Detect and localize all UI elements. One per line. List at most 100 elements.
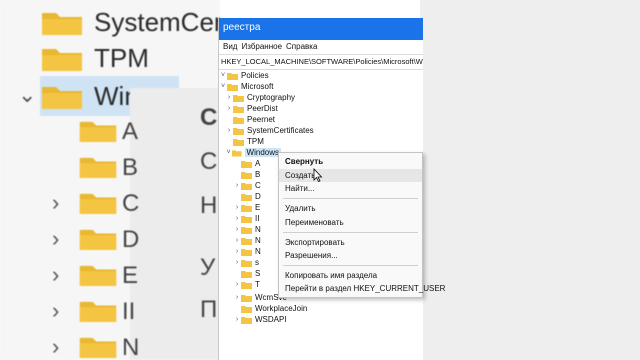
menu-separator [283, 198, 418, 199]
tree-node-wsdapi[interactable]: › WSDAPI [233, 314, 287, 325]
tree-node-sub[interactable]: В [233, 169, 260, 180]
tree-label: WSDAPI [255, 315, 287, 324]
folder-icon [79, 265, 117, 286]
folder-icon [79, 301, 117, 322]
tree-node-peerdist[interactable]: › PeerDist [225, 103, 278, 114]
tree-node-sub[interactable]: › E [233, 202, 261, 213]
tree-label: PeerDist [247, 104, 278, 113]
chevron-right-icon: › [52, 190, 60, 215]
tree-node-sub[interactable]: › II [233, 213, 260, 224]
folder-icon [42, 87, 82, 109]
tree-node-cryptography[interactable]: › Cryptography [225, 92, 295, 103]
chevron-right-icon[interactable]: › [225, 127, 233, 134]
bg-label: TPM [94, 42, 149, 73]
tree-node-workplacejoin[interactable]: WorkplaceJoin [233, 303, 307, 314]
tree-node-sub[interactable]: А [233, 158, 260, 169]
chevron-down-icon[interactable]: ˅ [219, 72, 227, 79]
tree-label: Cryptography [247, 93, 296, 102]
bg-letter: П [200, 296, 218, 323]
folder-icon [241, 259, 252, 267]
chevron-right-icon[interactable]: › [225, 105, 233, 112]
menu-item-create[interactable]: Создать [279, 169, 422, 182]
bg-letter: У [200, 254, 216, 281]
tree-node-microsoft[interactable]: ˅ Microsoft [219, 81, 274, 92]
tree-label: Microsoft [241, 82, 274, 91]
folder-icon [241, 281, 252, 289]
bg-letter: Н [200, 192, 218, 219]
bg-letter: D [122, 226, 140, 253]
bg-letter: A [122, 118, 139, 145]
folder-icon [42, 49, 82, 71]
bg-letter: С [200, 148, 218, 175]
address-path: HKEY_LOCAL_MACHINE\SOFTWARE\Policies\Mic… [221, 57, 423, 66]
menu-item-collapse[interactable]: Свернуть [279, 155, 422, 168]
address-bar[interactable]: HKEY_LOCAL_MACHINE\SOFTWARE\Policies\Mic… [219, 54, 423, 70]
folder-icon [42, 13, 82, 35]
menu-item-find[interactable]: Найти... [279, 182, 422, 195]
menu-item-delete[interactable]: Удалить [279, 202, 422, 215]
tree-label: Peernet [247, 115, 276, 124]
chevron-right-icon: › [235, 226, 239, 233]
tree-node-systemcertificates[interactable]: › SystemCertificates [225, 125, 314, 136]
chevron-down-icon[interactable]: ˅ [225, 149, 232, 156]
folder-icon [241, 316, 252, 324]
menu-help[interactable]: Справка [286, 40, 317, 54]
menu-item-goto-hkcu[interactable]: Перейти в раздел HKEY_CURRENT_USER [279, 282, 445, 295]
tree-node-sub[interactable]: S [233, 268, 260, 279]
tree-node-sub[interactable]: D [233, 191, 261, 202]
chevron-right-icon: › [235, 259, 239, 266]
folder-icon [233, 127, 244, 135]
chevron-right-icon: › [235, 204, 239, 211]
folder-icon [233, 138, 244, 146]
folder-icon [241, 248, 252, 256]
mouse-cursor-icon [313, 168, 323, 182]
chevron-right-icon[interactable]: › [225, 94, 233, 101]
menu-separator [283, 265, 418, 266]
folder-icon [79, 193, 117, 214]
tree-node-policies[interactable]: ˅ Policies [219, 70, 269, 81]
bg-letter: N [122, 334, 140, 360]
tree-node-tpm[interactable]: TPM [225, 136, 264, 147]
chevron-right-icon: › [52, 262, 60, 287]
tree-node-sub[interactable]: › N [233, 224, 261, 235]
folder-icon [241, 171, 252, 179]
folder-icon [241, 160, 252, 168]
bg-item: SystemCertific [40, 2, 220, 42]
tree-node-sub[interactable]: › N [233, 235, 261, 246]
menu-item-rename[interactable]: Переименовать [279, 216, 422, 229]
chevron-right-icon: › [235, 215, 239, 222]
tree-label: TPM [247, 137, 264, 146]
bg-item: TPM [40, 38, 149, 78]
tree-node-windows[interactable]: ˅ Windows [225, 147, 281, 158]
title-bar[interactable]: реестра [219, 18, 423, 40]
bg-label: SystemCertific [94, 6, 220, 37]
folder-icon [233, 94, 244, 102]
chevron-right-icon[interactable]: › [233, 316, 241, 323]
tree-label: Windows [244, 148, 281, 157]
menu-view[interactable]: Вид [223, 40, 237, 54]
tree-node-sub[interactable]: › s [233, 257, 259, 268]
chevron-down-icon: ⌄ [18, 82, 37, 107]
folder-icon [241, 270, 252, 278]
folder-icon [79, 157, 117, 178]
chevron-right-icon: › [52, 298, 60, 323]
menu-item-copy-key-name[interactable]: Копировать имя раздела [279, 269, 422, 282]
folder-icon [241, 294, 252, 302]
folder-icon [241, 193, 252, 201]
folder-icon [241, 226, 252, 234]
background-left: SystemCertific TPM Win ⌄ › › › › › A B C… [0, 0, 220, 360]
folder-icon [79, 337, 117, 358]
tree-node-peernet[interactable]: Peernet [225, 114, 275, 125]
folder-icon [241, 204, 252, 212]
tree-node-sub[interactable]: › С [233, 180, 261, 191]
chevron-right-icon: › [52, 226, 60, 251]
chevron-right-icon[interactable]: › [233, 294, 241, 301]
folder-icon [241, 237, 252, 245]
menu-favorites[interactable]: Избранное [241, 40, 282, 54]
chevron-down-icon[interactable]: ˅ [219, 83, 227, 90]
menu-separator [283, 232, 418, 233]
menu-item-permissions[interactable]: Разрешения... [279, 249, 422, 262]
tree-node-sub[interactable]: › N [233, 246, 261, 257]
tree-node-sub[interactable]: › T [233, 279, 260, 290]
menu-item-export[interactable]: Экспортировать [279, 236, 422, 249]
